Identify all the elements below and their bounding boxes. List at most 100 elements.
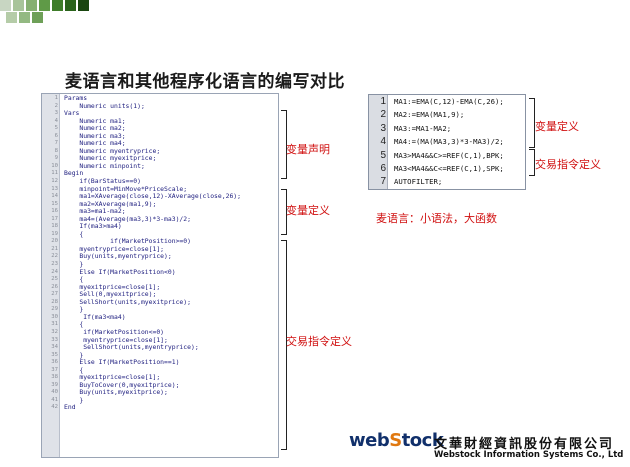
line-number: 10 <box>51 162 58 169</box>
code-text: End <box>64 403 76 412</box>
line-number: 19 <box>51 230 58 237</box>
line-number: 20 <box>51 238 58 245</box>
line-number: 1 <box>54 95 58 101</box>
line-number: 3 <box>54 110 58 117</box>
mai-line-number: 2 <box>380 109 386 121</box>
line-number: 11 <box>51 170 58 177</box>
code-line: 42 End <box>51 403 278 412</box>
code-line: 41 } <box>51 396 278 405</box>
mai-line-number: 7 <box>380 176 386 188</box>
logo-s: S <box>389 430 402 451</box>
mai-line-number: 6 <box>380 162 386 174</box>
line-number: 21 <box>51 245 58 252</box>
deco-square <box>19 12 30 23</box>
line-number: 8 <box>54 147 58 154</box>
label-ea-trade-define: 交易指令定义 <box>535 158 601 171</box>
webstock-logo: webStock <box>349 430 444 451</box>
line-number: 15 <box>51 200 58 207</box>
mai-line-number: 1 <box>380 96 386 107</box>
line-number: 16 <box>51 208 58 215</box>
line-number: 4 <box>54 117 58 124</box>
deco-square <box>13 0 24 11</box>
line-number: 26 <box>51 283 58 290</box>
code-text: SellShort(units,myentryprice); <box>64 343 199 352</box>
mai-code-lines: 1 MA1:=EMA(C,12)-EMA(C,26); 2 MA2:=EMA(MA1,… <box>369 95 525 189</box>
label-ea-var-define: 变量定义 <box>535 120 579 133</box>
company-name-en: Webstock Information Systems Co., Ltd <box>434 450 624 460</box>
code-line: 34 SellShort(units,myentryprice); <box>51 343 278 352</box>
mai-code-text: AUTOFILTER; <box>394 177 443 187</box>
line-number: 5 <box>54 125 58 132</box>
line-number: 34 <box>51 344 58 351</box>
line-number: 32 <box>51 328 58 335</box>
line-number: 17 <box>51 215 58 222</box>
line-number: 33 <box>51 336 58 343</box>
deco-square <box>6 12 17 23</box>
mai-code-text: MA1:=EMA(C,12)-EMA(C,26); <box>394 97 504 106</box>
mai-code-line: 3 MA3:=MA1-MA2; <box>369 122 525 135</box>
logo-web: web <box>349 430 390 451</box>
mai-code-line: 5 MA3>MA4&&C>=REF(C,1),BPK; <box>369 149 525 162</box>
line-number: 39 <box>51 381 58 388</box>
line-number: 18 <box>51 223 58 230</box>
mai-code-text: MA3>MA4&&C>=REF(C,1),BPK; <box>394 150 504 160</box>
line-number: 31 <box>51 321 58 328</box>
code-line: 28 SellShort(units,myexitprice); <box>51 298 278 307</box>
deco-square <box>26 0 37 11</box>
mai-line-number: 4 <box>380 136 386 148</box>
label-var-define: 变量定义 <box>286 204 330 217</box>
line-number: 28 <box>51 298 58 305</box>
code-line: 10 Numeric minpoint; <box>51 162 278 171</box>
line-number: 38 <box>51 374 58 381</box>
code-line: 30 If(ma3<ma4) <box>51 313 278 322</box>
line-number: 29 <box>51 306 58 313</box>
mai-code-text: MA3:=MA1-MA2; <box>394 123 452 133</box>
line-number: 27 <box>51 291 58 298</box>
line-number: 7 <box>54 140 58 147</box>
line-number: 14 <box>51 193 58 200</box>
deco-square <box>39 0 50 11</box>
line-number: 9 <box>54 155 58 162</box>
mai-code-line: 2 MA2:=EMA(MA1,9); <box>369 108 525 121</box>
mai-code-line: 4 MA4:=(MA(MA3,3)*3-MA3)/2; <box>369 135 525 148</box>
line-number: 23 <box>51 261 58 268</box>
mai-code-text: MA2:=EMA(MA1,9); <box>394 110 465 120</box>
line-number: 30 <box>51 313 58 320</box>
deco-square <box>32 12 43 23</box>
code-line: 2 Numeric units(1); <box>55 102 278 111</box>
deco-square <box>52 0 63 11</box>
line-number: 13 <box>51 185 58 192</box>
code-editor-panel[interactable]: 1 Params 2 Numeric units(1); 3 Vars 4 Numeric… <box>41 93 279 458</box>
line-number: 12 <box>51 178 58 185</box>
code-line: 40 Buy(units,myexitprice); <box>51 389 278 397</box>
mai-line-number: 5 <box>380 149 386 161</box>
code-line: 24 Else If(MarketPosition<0) <box>51 268 278 277</box>
mai-code-line: 7 AUTOFILTER; <box>369 175 525 188</box>
line-number: 25 <box>51 276 58 283</box>
mai-code-line: 1 MA1:=EMA(C,12)-EMA(C,26); <box>369 95 525 108</box>
line-number: 24 <box>51 268 58 275</box>
deco-square <box>78 0 89 11</box>
line-number: 6 <box>54 132 58 139</box>
code-line: 22 Buy(units,myentryprice); <box>51 253 278 261</box>
code-line: 18 If(ma3>ma4) <box>51 223 278 231</box>
decorative-squares <box>0 0 96 24</box>
line-number: 40 <box>51 389 58 396</box>
line-number: 35 <box>51 351 58 358</box>
line-number: 22 <box>51 253 58 260</box>
line-number: 41 <box>51 396 58 403</box>
line-number: 37 <box>51 366 58 373</box>
code-line: 36 Else If(MarketPosition==1) <box>51 358 278 367</box>
summary-text: 麦语言：小语法，大函数 <box>376 212 497 225</box>
line-number: 36 <box>51 359 58 366</box>
mai-code-line: 6 MA3<MA4&&C<=REF(C,1),SPK; <box>369 162 525 175</box>
mai-code-panel[interactable]: 1 MA1:=EMA(C,12)-EMA(C,26); 2 MA2:=EMA(MA1,… <box>368 94 526 190</box>
slide-title: 麦语言和其他程序化语言的编写对比 <box>65 72 345 92</box>
line-number: 2 <box>54 102 58 109</box>
label-trade-define: 交易指令定义 <box>286 335 352 348</box>
deco-square <box>0 0 11 11</box>
mai-code-text: MA3<MA4&&C<=REF(C,1),SPK; <box>394 163 504 173</box>
label-var-declare: 变量声明 <box>286 143 330 156</box>
code-lines: 1 Params 2 Numeric units(1); 3 Vars 4 Numeric… <box>51 94 278 412</box>
mai-code-text: MA4:=(MA(MA3,3)*3-MA3)/2; <box>394 137 504 147</box>
